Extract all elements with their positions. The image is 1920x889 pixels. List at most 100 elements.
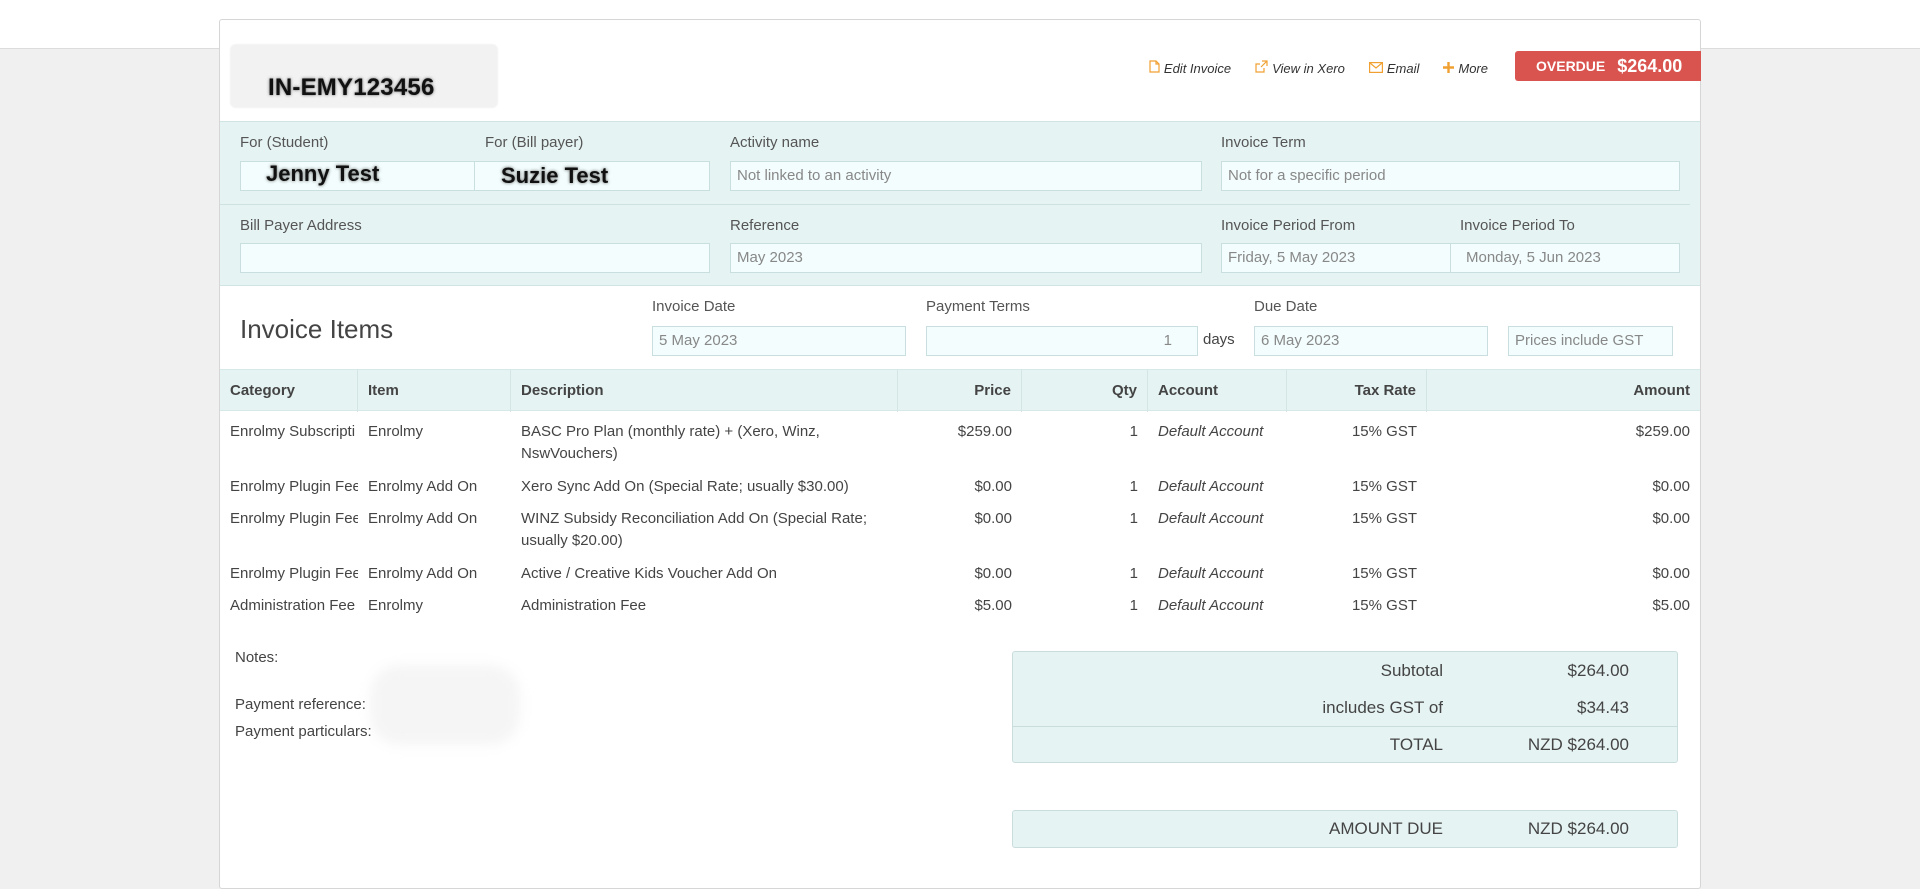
period-to-label: Invoice Period To — [1460, 217, 1575, 234]
cell-tax-rate: 15% GST — [1351, 597, 1417, 614]
cell-amount: $0.00 — [1652, 478, 1690, 495]
cell-account: Default Account — [1158, 565, 1264, 582]
cell-price: $259.00 — [957, 423, 1012, 440]
column-category: Category — [220, 370, 358, 412]
cell-account: Default Account — [1158, 510, 1264, 527]
cell-item: Enrolmy Add On — [368, 510, 478, 527]
file-icon — [1149, 60, 1160, 76]
totals-panel: Subtotal $264.00 includes GST of $34.43 … — [1012, 651, 1678, 763]
cell-amount: $259.00 — [1635, 423, 1690, 440]
total-value: NZD $264.00 — [1527, 735, 1629, 754]
due-date-label: Due Date — [1254, 298, 1318, 315]
column-qty: Qty — [1022, 370, 1148, 412]
total-label: TOTAL — [1389, 735, 1443, 754]
cell-category: Enrolmy Plugin Fee — [230, 478, 358, 495]
payment-terms-unit: days — [1203, 331, 1235, 348]
cell-item: Enrolmy — [368, 423, 424, 440]
cell-amount: $5.00 — [1652, 597, 1690, 614]
totals-divider — [1013, 726, 1677, 727]
cell-category: Enrolmy Plugin Fee — [230, 510, 358, 527]
activity-label: Activity name — [730, 134, 820, 151]
notes-label: Notes: — [235, 649, 279, 666]
column-price: Price — [898, 370, 1022, 412]
invoice-items-title: Invoice Items — [240, 314, 394, 344]
due-date-field[interactable]: 6 May 2023 — [1254, 326, 1488, 356]
edit-invoice-label: Edit Invoice — [1163, 60, 1232, 76]
cell-category: Enrolmy Subscripti — [230, 423, 356, 440]
subtotal-value: $264.00 — [1567, 661, 1629, 680]
view-in-xero-button[interactable]: View in Xero — [1255, 60, 1345, 76]
email-button[interactable]: Email — [1368, 60, 1420, 76]
period-from-field[interactable]: Friday, 5 May 2023 — [1221, 243, 1451, 273]
term-field[interactable]: Not for a specific period — [1221, 161, 1680, 191]
status-amount: $264.00 — [1617, 55, 1683, 76]
reference-field[interactable]: May 2023 — [730, 243, 1202, 273]
cell-tax-rate: 15% GST — [1351, 478, 1417, 495]
edit-invoice-button[interactable]: Edit Invoice — [1149, 60, 1231, 76]
cell-description: Administration Fee — [521, 597, 647, 614]
invoice-date-label: Invoice Date — [652, 298, 736, 315]
cell-qty: 1 — [1129, 478, 1138, 495]
redacted-payment-details — [370, 665, 520, 745]
items-table-header: Category Item Description Price Qty Acco… — [220, 369, 1700, 412]
column-description: Description — [511, 370, 898, 412]
amount-due-value: NZD $264.00 — [1527, 819, 1629, 838]
invoice-date-field[interactable]: 5 May 2023 — [652, 326, 906, 356]
cell-qty: 1 — [1129, 510, 1138, 527]
cell-qty: 1 — [1129, 423, 1138, 440]
cell-item: Enrolmy Add On — [368, 565, 478, 582]
student-label: For (Student) — [240, 134, 329, 151]
external-link-icon — [1255, 60, 1268, 76]
cell-qty: 1 — [1129, 565, 1138, 582]
cell-price: $0.00 — [974, 565, 1012, 582]
reference-label: Reference — [730, 217, 800, 234]
more-label: More — [1458, 60, 1488, 76]
billpayer-name: Suzie Test — [501, 163, 609, 188]
cell-qty: 1 — [1129, 597, 1138, 614]
gst-value: $34.43 — [1577, 698, 1629, 717]
activity-field[interactable]: Not linked to an activity — [730, 161, 1202, 191]
cell-amount: $0.00 — [1652, 510, 1690, 527]
column-tax-rate: Tax Rate — [1287, 370, 1427, 412]
cell-tax-rate: 15% GST — [1351, 565, 1417, 582]
period-to-field[interactable]: Monday, 5 Jun 2023 — [1450, 243, 1680, 273]
invoice-details-panel: For (Student) For (Bill payer) Activity … — [220, 121, 1700, 286]
student-field[interactable]: Jenny Test — [240, 161, 475, 191]
envelope-icon — [1368, 61, 1383, 76]
view-in-xero-label: View in Xero — [1272, 60, 1345, 76]
cell-account: Default Account — [1158, 423, 1264, 440]
gst-mode-select[interactable]: Prices include GST — [1508, 326, 1673, 356]
amount-due-label: AMOUNT DUE — [1329, 819, 1443, 838]
cell-item: Enrolmy Add On — [368, 478, 478, 495]
cell-description: Active / Creative Kids Voucher Add On — [521, 565, 777, 582]
overdue-status-badge[interactable]: OVERDUE $264.00 — [1515, 51, 1701, 81]
payment-particulars-label: Payment particulars: — [235, 723, 372, 740]
cell-category: Administration Fee — [230, 597, 356, 614]
details-divider — [220, 204, 1690, 205]
billpayer-field[interactable]: Suzie Test — [474, 161, 710, 191]
student-name: Jenny Test — [266, 161, 380, 186]
cell-item: Enrolmy — [368, 597, 424, 614]
more-button[interactable]: More — [1443, 60, 1488, 76]
cell-tax-rate: 15% GST — [1351, 510, 1417, 527]
payment-terms-label: Payment Terms — [926, 298, 1030, 315]
email-label: Email — [1386, 60, 1420, 76]
address-field[interactable] — [240, 243, 710, 273]
term-label: Invoice Term — [1221, 134, 1306, 151]
address-label: Bill Payer Address — [240, 217, 362, 234]
column-account: Account — [1148, 370, 1287, 412]
column-amount: Amount — [1633, 382, 1690, 399]
cell-price: $5.00 — [974, 597, 1012, 614]
subtotal-label: Subtotal — [1380, 661, 1443, 680]
cell-amount: $0.00 — [1652, 565, 1690, 582]
invoice-card: IN-EMY123456 Edit Invoice View in Xero E… — [219, 19, 1701, 889]
payment-terms-field[interactable]: 1 — [926, 326, 1198, 356]
column-item: Item — [358, 370, 511, 412]
cell-description: Xero Sync Add On (Special Rate; usually … — [521, 478, 849, 495]
billpayer-label: For (Bill payer) — [485, 134, 584, 151]
status-label: OVERDUE — [1536, 58, 1606, 74]
cell-category: Enrolmy Plugin Fee — [230, 565, 358, 582]
payment-reference-label: Payment reference: — [235, 696, 366, 713]
cell-description: WINZ Subsidy Reconciliation Add On (Spec… — [521, 510, 867, 549]
invoice-actions: Edit Invoice View in Xero Email More — [1149, 60, 1488, 76]
